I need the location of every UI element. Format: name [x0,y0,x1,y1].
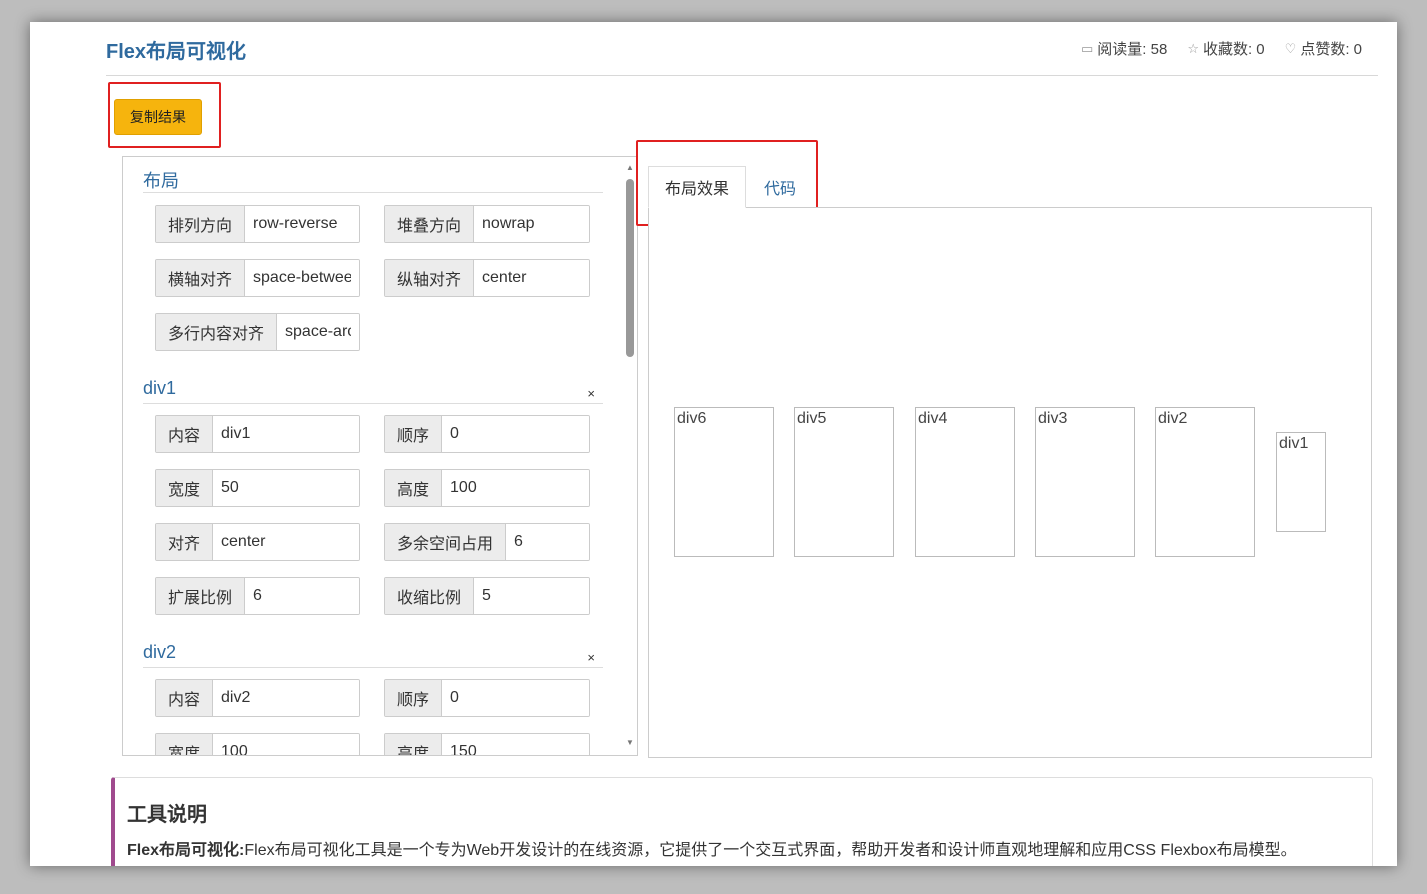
div1-content-field: 内容 [155,415,360,453]
tool-description-heading: 工具说明 [127,804,207,826]
direction-label: 排列方向 [156,206,246,242]
scroll-thumb[interactable] [626,179,634,357]
div1-width-field: 宽度 [155,469,360,507]
tab-layout-effect[interactable]: 布局效果 [648,166,746,208]
layout-preview: div6 div5 div4 div3 div2 div1 [648,207,1372,758]
layout-section-header: 布局 [143,167,603,193]
div2-order-label: 顺序 [385,680,443,716]
align-content-field: 多行内容对齐 [155,313,360,351]
div2-section-title: div2 [143,642,177,662]
align-content-select[interactable] [277,314,359,350]
div1-height-input[interactable] [442,470,589,506]
justify-label: 横轴对齐 [156,260,246,296]
div2-content-input[interactable] [213,680,359,716]
scroll-down-arrow-icon[interactable]: ▼ [626,738,634,747]
preview-box-div2: div2 [1155,407,1255,557]
align-select[interactable] [474,260,589,296]
div1-width-input[interactable] [213,470,359,506]
div1-shrink-label: 收缩比例 [385,578,475,614]
div1-content-label: 内容 [156,416,214,452]
div2-width-label: 宽度 [156,734,214,755]
div2-content-field: 内容 [155,679,360,717]
heart-icon: ♡ [1284,40,1297,56]
div1-flex-label: 多余空间占用 [385,524,507,560]
justify-field: 横轴对齐 [155,259,360,297]
app-window: Flex布局可视化 ▭ 阅读量: 58 ☆ 收藏数: 0 ♡ 点赞数: 0 复制… [30,22,1397,866]
div2-content-label: 内容 [156,680,214,716]
star-icon: ☆ [1187,40,1199,56]
tool-description-text: Flex布局可视化:Flex布局可视化工具是一个专为Web开发设计的在线资源，它… [127,836,1297,860]
stats-bar: ▭ 阅读量: 58 ☆ 收藏数: 0 ♡ 点赞数: 0 [1081,38,1362,59]
div1-shrink-field: 收缩比例 [384,577,590,615]
align-field: 纵轴对齐 [384,259,590,297]
div1-section-title: div1 [143,378,177,398]
div2-order-input[interactable] [442,680,589,716]
div2-section-header: div2 × [143,642,603,668]
div2-width-field: 宽度 [155,733,360,755]
div1-align-label: 对齐 [156,524,214,560]
wrap-field: 堆叠方向 [384,205,590,243]
favorites-stat[interactable]: ☆ 收藏数: 0 [1187,38,1264,59]
div1-grow-input[interactable] [245,578,359,614]
div1-align-field: 对齐 [155,523,360,561]
div2-height-label: 高度 [385,734,443,755]
tool-description-prefix: Flex布局可视化: [127,842,245,859]
div1-shrink-input[interactable] [474,578,589,614]
scroll-up-arrow-icon[interactable]: ▲ [626,163,634,172]
settings-panel[interactable]: 布局 排列方向 堆叠方向 横轴对齐 纵轴对齐 多行内容对齐 [122,156,638,756]
book-icon: ▭ [1080,40,1094,56]
div1-close-icon[interactable]: × [587,386,595,401]
div1-section-header: div1 × [143,378,603,404]
div1-grow-field: 扩展比例 [155,577,360,615]
div1-height-field: 高度 [384,469,590,507]
views-stat: ▭ 阅读量: 58 [1080,40,1168,59]
tab-code[interactable]: 代码 [746,166,814,208]
div1-flex-input[interactable] [506,524,589,560]
likes-stat[interactable]: ♡ 点赞数: 0 [1285,38,1362,59]
div1-order-input[interactable] [442,416,589,452]
preview-box-div4: div4 [915,407,1015,557]
tool-description: 工具说明 Flex布局可视化:Flex布局可视化工具是一个专为Web开发设计的在… [111,777,1373,866]
div2-height-field: 高度 [384,733,590,755]
page-title: Flex布局可视化 [106,41,247,63]
tool-description-body: Flex布局可视化工具是一个专为Web开发设计的在线资源，它提供了一个交互式界面… [244,842,1297,859]
div1-height-label: 高度 [385,470,443,506]
layout-section-title: 布局 [143,171,179,191]
copy-result-button[interactable]: 复制结果 [114,99,202,135]
preview-box-div3: div3 [1035,407,1135,557]
preview-box-div6: div6 [674,407,774,557]
copy-highlight-box: 复制结果 [108,82,221,148]
wrap-select[interactable] [474,206,589,242]
div1-width-label: 宽度 [156,470,214,506]
preview-box-div5: div5 [794,407,894,557]
direction-field: 排列方向 [155,205,360,243]
align-content-label: 多行内容对齐 [156,314,278,350]
div1-content-input[interactable] [213,416,359,452]
div1-order-label: 顺序 [385,416,443,452]
div2-width-input[interactable] [213,734,359,755]
settings-scrollbar[interactable]: ▲ ▼ [623,157,637,755]
div1-grow-label: 扩展比例 [156,578,246,614]
div2-close-icon[interactable]: × [587,650,595,665]
page-header: Flex布局可视化 ▭ 阅读量: 58 ☆ 收藏数: 0 ♡ 点赞数: 0 [106,22,1378,76]
justify-select[interactable] [245,260,359,296]
direction-select[interactable] [245,206,359,242]
preview-box-div1: div1 [1276,432,1326,532]
settings-scroll-content: 布局 排列方向 堆叠方向 横轴对齐 纵轴对齐 多行内容对齐 [123,157,623,755]
div1-align-input[interactable] [213,524,359,560]
align-label: 纵轴对齐 [385,260,475,296]
div2-order-field: 顺序 [384,679,590,717]
div2-height-input[interactable] [442,734,589,755]
wrap-label: 堆叠方向 [385,206,475,242]
div1-order-field: 顺序 [384,415,590,453]
div1-flex-field: 多余空间占用 [384,523,590,561]
